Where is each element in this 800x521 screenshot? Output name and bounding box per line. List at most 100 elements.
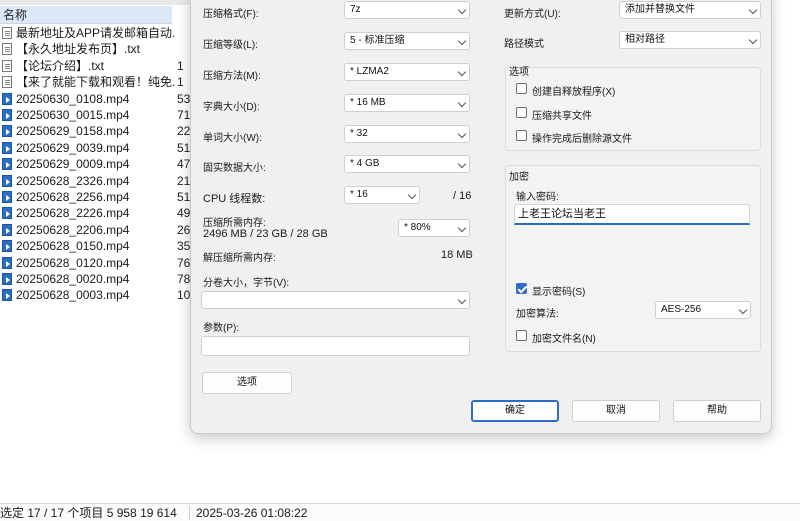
file-row[interactable]: 20250628_0003.mp4 10 [0, 287, 190, 303]
file-name: 最新地址及APP请发邮箱自动... [16, 26, 176, 40]
file-name: 【来了就能下载和观看！纯免... [16, 75, 176, 90]
file-name: 20250628_2206.mp4 [16, 222, 130, 237]
file-size: 51 [177, 190, 191, 204]
file-name: 20250630_0015.mp4 [16, 108, 130, 122]
password-label: 输入密码: [516, 192, 559, 203]
status-date: 2025-03-26 01:08:22 [196, 506, 308, 520]
file-name: 【永久地址发布页】.txt [16, 42, 141, 57]
shared-checkbox[interactable] [516, 107, 527, 118]
file-name: 20250628_0120.mp4 [16, 255, 130, 270]
params-input[interactable] [201, 336, 470, 356]
chevron-down-icon [748, 35, 758, 45]
file-name: 20250629_0009.mp4 [16, 157, 130, 172]
options-button[interactable]: 选项 [202, 372, 292, 394]
word-label: 单词大小(W): [203, 133, 262, 144]
file-row[interactable]: 20250629_0009.mp4 47 [0, 156, 190, 172]
mem-percent-select[interactable]: * 80% [398, 219, 470, 237]
shared-label: 压缩共享文件 [532, 111, 592, 122]
update-mode-select[interactable]: 添加并替换文件 [619, 1, 761, 19]
solid-select[interactable]: * 4 GB [344, 155, 470, 173]
help-button[interactable]: 帮助 [673, 400, 761, 422]
text-file-icon [2, 76, 12, 89]
chevron-down-icon [457, 98, 467, 108]
chevron-down-icon [457, 159, 467, 169]
chevron-down-icon [748, 5, 758, 15]
file-size: 71 [177, 108, 191, 122]
file-size: 1 [177, 58, 184, 73]
file-row[interactable]: 20250630_0015.mp4 71 [0, 107, 190, 123]
file-row[interactable]: 20250628_2256.mp4 51 [0, 189, 190, 205]
file-row[interactable]: 20250628_0120.mp4 76 [0, 255, 190, 271]
file-name: 20250629_0039.mp4 [16, 140, 130, 155]
file-row[interactable]: 20250628_0020.mp4 78 [0, 271, 190, 287]
file-row[interactable]: 【来了就能下载和观看！纯免... 1 [0, 74, 190, 90]
method-label: 压缩方法(M): [203, 71, 261, 82]
file-row[interactable]: 20250629_0158.mp4 22 [0, 123, 190, 139]
password-input[interactable]: 上老王论坛当老王 [514, 204, 750, 225]
chevron-down-icon [457, 129, 467, 139]
word-select[interactable]: * 32 [344, 125, 470, 143]
options-group-title: 选项 [509, 67, 529, 78]
solid-label: 固实数据大小: [203, 163, 266, 174]
delete-source-label: 操作完成后删除源文件 [532, 134, 632, 145]
file-size: 1 [177, 75, 184, 90]
sfx-checkbox[interactable] [516, 83, 527, 94]
file-row[interactable]: 最新地址及APP请发邮箱自动... [0, 25, 190, 41]
method-select[interactable]: * LZMA2 [344, 63, 470, 81]
file-row[interactable]: 20250628_2206.mp4 26 [0, 222, 190, 238]
update-mode-label: 更新方式(U): [504, 9, 561, 20]
format-select[interactable]: 7z [344, 1, 470, 19]
dict-label: 字典大小(D): [203, 102, 260, 113]
params-label: 参数(P): [203, 323, 240, 334]
dict-select[interactable]: * 16 MB [344, 94, 470, 112]
file-size: 35 [177, 239, 191, 254]
add-to-archive-dialog: 压缩格式(F): 7z 压缩等级(L): 5 - 标准压缩 压缩方法(M): *… [190, 0, 772, 434]
file-row[interactable]: 20250628_0150.mp4 35 [0, 238, 190, 254]
volume-select[interactable] [201, 291, 470, 309]
cpu-label: CPU 线程数: [203, 193, 266, 205]
mem-compress-value: 2496 MB / 23 GB / 28 GB [203, 228, 328, 240]
file-name: 20250628_0003.mp4 [16, 288, 130, 303]
file-name: 20250628_2326.mp4 [16, 173, 130, 188]
chevron-down-icon [457, 36, 467, 46]
video-file-icon [2, 174, 12, 187]
mem-decompress-value: 18 MB [441, 249, 473, 261]
path-mode-select[interactable]: 相对路径 [619, 31, 761, 49]
chevron-down-icon [407, 190, 417, 200]
file-size: 26 [177, 222, 191, 237]
mem-compress-label: 压缩所需内存: [203, 218, 266, 229]
file-size: 53 [177, 91, 191, 106]
cancel-button[interactable]: 取消 [572, 400, 660, 422]
file-row[interactable]: 20250630_0108.mp4 53 [0, 91, 190, 107]
file-size: 51 [177, 140, 191, 155]
file-row[interactable]: 【永久地址发布页】.txt [0, 41, 190, 57]
level-select[interactable]: 5 - 标准压缩 [344, 32, 470, 50]
file-row[interactable]: 20250628_2226.mp4 49 [0, 205, 190, 221]
file-row[interactable]: 【论坛介绍】.txt 1 [0, 58, 190, 74]
column-header-name[interactable]: 名称 [0, 6, 172, 24]
delete-source-checkbox[interactable] [516, 130, 527, 141]
video-file-icon [2, 141, 12, 154]
encrypt-names-label: 加密文件名(N) [532, 334, 596, 345]
file-name: 20250628_0020.mp4 [16, 272, 130, 286]
file-size: 47 [177, 157, 191, 172]
file-name: 20250629_0158.mp4 [16, 124, 130, 139]
show-password-checkbox[interactable] [516, 283, 527, 294]
text-file-icon [2, 43, 12, 56]
file-size: 10 [177, 288, 191, 303]
file-row[interactable]: 20250629_0039.mp4 51 [0, 140, 190, 156]
encryption-group-title: 加密 [509, 172, 529, 183]
video-file-icon [2, 289, 12, 302]
level-label: 压缩等级(L): [203, 40, 258, 51]
ok-button[interactable]: 确定 [471, 400, 559, 422]
encrypt-names-checkbox[interactable] [516, 330, 527, 341]
file-name: 20250628_2226.mp4 [16, 206, 130, 221]
file-row[interactable]: 20250628_2326.mp4 21 [0, 173, 190, 189]
video-file-icon [2, 273, 12, 285]
video-file-icon [2, 256, 12, 269]
file-name: 【论坛介绍】.txt [16, 58, 105, 73]
file-size: 49 [177, 206, 191, 221]
encryption-method-select[interactable]: AES-256 [655, 301, 751, 319]
status-selection: 选定 17 / 17 个项目 5 958 19 614 [0, 506, 177, 520]
cpu-select[interactable]: * 16 [344, 186, 420, 204]
